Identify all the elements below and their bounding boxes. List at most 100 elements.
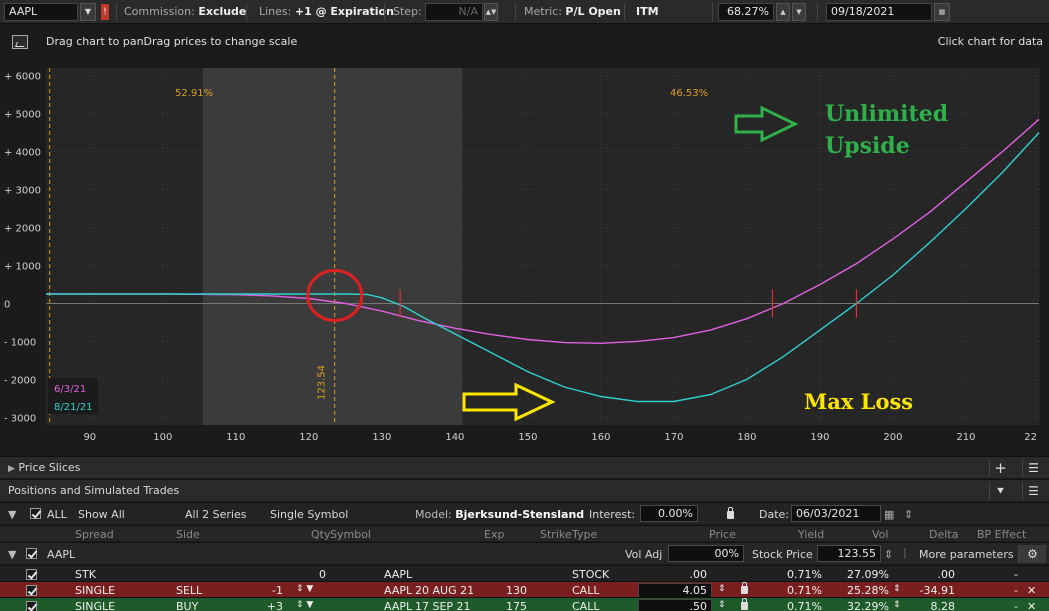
cell-bp-effect: -	[1014, 600, 1018, 611]
commission-setting[interactable]: Commission: Exclude	[124, 3, 246, 21]
expiration-date-input[interactable]: 09/18/2021	[826, 3, 932, 21]
cell-delta: .00	[937, 568, 956, 581]
all-label: ALL	[47, 508, 67, 521]
col-price[interactable]: Price	[709, 528, 736, 541]
qty-stepper-icon[interactable]: ⇕ ▼	[296, 584, 313, 594]
symbol-mode-dropdown[interactable]: Single Symbol	[270, 508, 348, 521]
date-label: Date:	[759, 508, 789, 521]
lines-setting[interactable]: Lines: +1 @ Expiration	[259, 3, 394, 21]
row-checkbox[interactable]	[26, 569, 37, 580]
price-lock-icon[interactable]	[741, 598, 748, 610]
step-input[interactable]: N/A	[425, 3, 483, 21]
col-vol[interactable]: Vol	[872, 528, 888, 541]
cell-yield: 0.71%	[787, 600, 822, 611]
select-all-checkbox[interactable]	[30, 508, 41, 519]
cell-type: CALL	[572, 600, 600, 611]
vol-adj-input[interactable]: 00%	[668, 545, 744, 562]
price-slices-bar[interactable]: ▶ Price Slices + ☰	[0, 456, 1049, 478]
row-checkbox[interactable]	[26, 585, 37, 596]
cell-spread: SINGLE	[75, 600, 116, 611]
percent-up-icon[interactable]: ▲	[776, 3, 790, 21]
positions-bar[interactable]: Positions and Simulated Trades ⯆ ☰	[0, 479, 1049, 501]
symbol-input[interactable]: AAPL	[4, 3, 78, 21]
stock-price-input[interactable]: 123.55	[817, 545, 881, 562]
qty-stepper-icon[interactable]: ⇕ ▼	[296, 600, 313, 610]
analysis-date-input[interactable]: 06/03/2021	[791, 505, 881, 522]
col-qty[interactable]: Qty	[311, 528, 330, 541]
alert-flag-icon[interactable]: !	[101, 4, 109, 20]
col-bp-effect[interactable]: BP Effect	[977, 528, 1026, 541]
col-yield[interactable]: Yield	[798, 528, 824, 541]
stock-price-spinner-icon[interactable]: ⇕	[884, 548, 893, 561]
vol-adj-label: Vol Adj	[625, 548, 663, 561]
calendar-icon[interactable]: ▦	[934, 3, 950, 21]
series-filter-dropdown[interactable]: All 2 Series	[185, 508, 246, 521]
chart-style-icon[interactable]	[12, 35, 28, 49]
group-collapse-icon[interactable]: ▼	[8, 548, 16, 561]
trade-row[interactable]: SINGLE SELL -1 ⇕ ▼ AAPL 20 AUG 21 130 CALL 4.05 ⇕…	[0, 581, 1049, 598]
x-tick-label: 200	[883, 432, 902, 443]
add-slice-icon[interactable]: +	[989, 459, 1011, 477]
gear-icon[interactable]: ⚙	[1018, 545, 1046, 563]
y-tick-label: - 2000	[4, 375, 36, 386]
cell-delta: 8.28	[930, 600, 956, 611]
col-side[interactable]: Side	[176, 528, 200, 541]
x-tick-label: 22	[1024, 432, 1037, 443]
cell-strike: 130	[506, 584, 527, 597]
group-checkbox[interactable]	[26, 548, 37, 559]
percent-down-icon[interactable]: ▼	[792, 3, 806, 21]
cell-side: BUY	[176, 600, 199, 611]
cell-qty: -1	[272, 584, 283, 597]
col-strike[interactable]: Strike	[540, 528, 572, 541]
interest-lock-icon[interactable]	[727, 507, 734, 519]
date-spinner-icon[interactable]: ⇕	[904, 508, 913, 521]
vol-spinner-icon[interactable]: ⇕	[893, 600, 901, 610]
collapse-all-icon[interactable]: ▼	[8, 508, 16, 521]
x-tick-label: 160	[591, 432, 610, 443]
date-calendar-icon[interactable]: ▦	[884, 508, 894, 521]
chart-hint-right: Click chart for data	[937, 35, 1043, 48]
probability-right-label: 46.53%	[670, 88, 708, 99]
interest-input[interactable]: 0.00%	[640, 505, 698, 522]
y-tick-label: - 3000	[4, 413, 36, 424]
annotation-unlimited: Unlimited	[825, 101, 948, 127]
price-lock-icon[interactable]	[741, 582, 748, 594]
positions-menu-icon[interactable]: ☰	[1022, 482, 1044, 500]
price-spinner-icon[interactable]: ⇕	[718, 584, 726, 594]
model-setting[interactable]: Model: Bjerksund-Stensland	[415, 508, 584, 521]
risk-profile-chart[interactable]: + 6000 + 5000 + 4000 + 3000 + 2000 + 1000 0 - 1…	[0, 60, 1049, 445]
show-filter-dropdown[interactable]: Show All	[78, 508, 125, 521]
x-tick-label: 190	[810, 432, 829, 443]
vol-spinner-icon[interactable]: ⇕	[893, 584, 901, 594]
legend-entry: 8/21/21	[54, 402, 93, 413]
cell-yield: 0.71%	[787, 584, 822, 597]
trade-row[interactable]: SINGLE BUY +3 ⇕ ▼ AAPL 17 SEP 21 175 CALL .50 ⇕ 0.…	[0, 597, 1049, 611]
x-tick-label: 120	[299, 432, 318, 443]
col-type[interactable]: Type	[572, 528, 597, 541]
remove-row-icon[interactable]: ✕	[1027, 584, 1036, 597]
more-parameters-button[interactable]: More parameters	[919, 548, 1014, 561]
legend-entry: 6/3/21	[54, 384, 86, 395]
row-checkbox[interactable]	[26, 601, 37, 611]
cell-vol: 25.28%	[847, 584, 889, 597]
x-tick-label: 210	[956, 432, 975, 443]
col-exp[interactable]: Exp	[484, 528, 504, 541]
col-spread[interactable]: Spread	[75, 528, 114, 541]
col-delta[interactable]: Delta	[929, 528, 958, 541]
expand-arrow-icon[interactable]: ▶	[8, 464, 15, 474]
itm-setting[interactable]: ITM	[636, 3, 659, 21]
cell-symbol: AAPL	[384, 600, 413, 611]
trade-row[interactable]: STK 0 AAPL STOCK .00 0.71% 27.09% .00 -	[0, 565, 1049, 582]
price-spinner-icon[interactable]: ⇕	[718, 600, 726, 610]
symbol-dropdown-icon[interactable]: ▼	[80, 3, 96, 21]
menu-icon[interactable]: ☰	[1022, 459, 1044, 477]
x-tick-label: 90	[83, 432, 96, 443]
group-symbol: AAPL	[47, 548, 76, 561]
itm-percent-input[interactable]: 68.27%	[718, 3, 774, 21]
remove-row-icon[interactable]: ✕	[1027, 600, 1036, 611]
collapse-icon[interactable]: ⯆	[989, 482, 1011, 500]
cell-symbol: AAPL	[384, 584, 413, 597]
step-spinner[interactable]: ▲▼	[484, 3, 498, 21]
metric-setting[interactable]: Metric: P/L Open	[524, 3, 621, 21]
col-symbol[interactable]: Symbol	[330, 528, 371, 541]
